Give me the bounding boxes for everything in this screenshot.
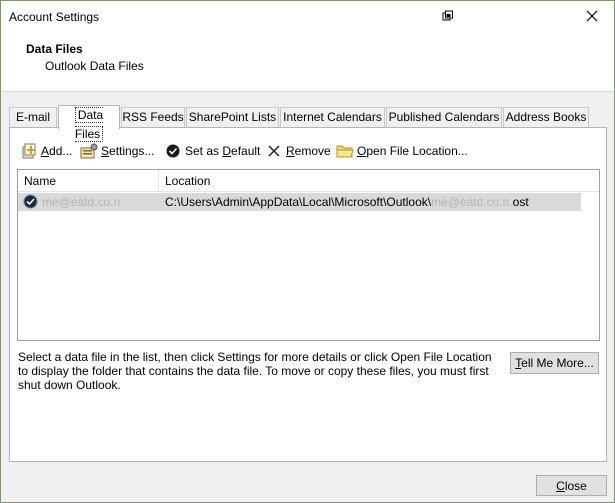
add-button[interactable]: Add... (20, 140, 72, 162)
dialog-header: Data Files Outlook Data Files (1, 32, 614, 92)
data-files-panel: Add... Settings... Set as Default Remove… (9, 127, 607, 462)
tab-sharepoint-lists[interactable]: SharePoint Lists (186, 107, 279, 128)
tab-email-label: E-mail (15, 110, 50, 124)
title-bar[interactable]: Account Settings (1, 1, 614, 32)
close-button-label: Close (556, 478, 587, 493)
set-as-default-label: Set as Default (185, 144, 261, 158)
row-name: mé@éátd.co.n (42, 195, 121, 209)
add-file-icon (20, 142, 38, 160)
tab-internet-calendars-label: Internet Calendars (283, 110, 382, 124)
list-header: Name Location (18, 170, 599, 192)
data-files-list[interactable]: Name Location mé@éátd.co.n C:\Users\Admi… (17, 169, 600, 341)
tab-sharepoint-lists-label: SharePoint Lists (188, 110, 277, 124)
open-file-location-label: Open File Location... (357, 144, 468, 158)
column-header-location[interactable]: Location (159, 170, 579, 192)
open-file-location-button[interactable]: Open File Location... (336, 140, 468, 162)
tell-me-more-button[interactable]: Tell Me More... (510, 352, 599, 374)
folder-icon (336, 142, 354, 160)
tab-rss-feeds-label: RSS Feeds (122, 110, 184, 124)
set-as-default-button[interactable]: Set as Default (164, 140, 260, 162)
list-item[interactable]: mé@éátd.co.n C:\Users\Admin\AppData\Loca… (18, 193, 581, 211)
checkmark-circle-icon (164, 142, 182, 160)
column-header-name[interactable]: Name (18, 170, 159, 192)
row-location: C:\Users\Admin\AppData\Local\Microsoft\O… (165, 195, 529, 209)
tab-data-files-label: Data Files (74, 107, 104, 142)
remove-button[interactable]: Remove (265, 140, 331, 162)
settings-button-label: Settings... (101, 144, 155, 158)
tab-data-files[interactable]: Data Files (58, 105, 120, 142)
settings-icon (80, 142, 98, 160)
account-settings-window: Account Settings Data Files Outlook Data… (0, 0, 615, 503)
tab-published-calendars[interactable]: Published Calendars (386, 107, 502, 128)
tab-address-books[interactable]: Address Books (503, 107, 589, 128)
tab-address-books-label: Address Books (505, 110, 587, 124)
restore-window-icon[interactable] (437, 6, 459, 26)
header-subtitle: Outlook Data Files (45, 59, 144, 73)
tab-internet-calendars[interactable]: Internet Calendars (280, 107, 385, 128)
tell-me-more-label: Tell Me More... (515, 356, 594, 370)
tab-email[interactable]: E-mail (9, 107, 57, 128)
close-icon[interactable] (581, 6, 603, 26)
description-text: Select a data file in the list, then cli… (18, 350, 492, 392)
remove-button-label: Remove (286, 144, 331, 158)
close-button[interactable]: Close (536, 475, 607, 496)
header-title: Data Files (26, 42, 83, 56)
tab-rss-feeds[interactable]: RSS Feeds (121, 107, 185, 128)
tab-published-calendars-label: Published Calendars (388, 110, 500, 124)
add-button-label: Add... (41, 144, 73, 158)
default-checkmark-icon (23, 194, 38, 209)
window-title: Account Settings (9, 10, 100, 24)
remove-x-icon (265, 142, 283, 160)
